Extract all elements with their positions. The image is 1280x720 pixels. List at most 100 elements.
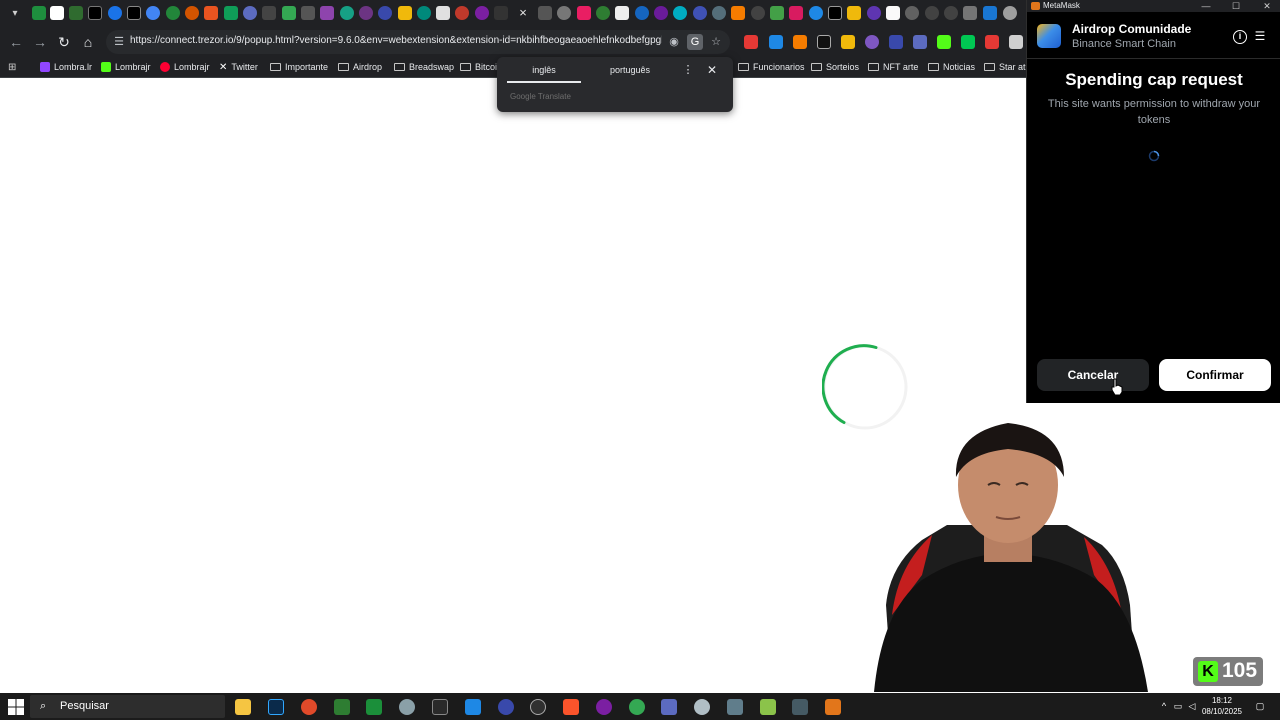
bookmark-folder[interactable]: Sorteios bbox=[811, 60, 859, 74]
extension-icon[interactable] bbox=[1009, 35, 1023, 49]
tab-favicon[interactable] bbox=[494, 6, 508, 20]
extension-icon[interactable] bbox=[841, 35, 855, 49]
more-options-icon[interactable]: ⋮ bbox=[681, 63, 695, 77]
confirm-button[interactable]: Confirmar bbox=[1159, 359, 1271, 391]
extension-icon[interactable] bbox=[769, 35, 783, 49]
taskbar-search-box[interactable]: ⌕ Pesquisar bbox=[30, 695, 225, 718]
taskbar-app-icon[interactable] bbox=[301, 699, 317, 715]
forward-arrow-icon[interactable]: → bbox=[30, 32, 50, 52]
translate-icon[interactable]: G bbox=[687, 34, 703, 50]
tab-favicon[interactable] bbox=[886, 6, 900, 20]
tab-favicon[interactable] bbox=[789, 6, 803, 20]
home-icon[interactable]: ⌂ bbox=[78, 32, 98, 52]
cancel-button[interactable]: Cancelar bbox=[1037, 359, 1149, 391]
tab-favicon[interactable] bbox=[596, 6, 610, 20]
tab-favicon[interactable] bbox=[751, 6, 765, 20]
tab-favicon[interactable] bbox=[963, 6, 977, 20]
bookmark-folder[interactable]: NFT arte bbox=[868, 60, 918, 74]
tab-favicon[interactable] bbox=[436, 6, 450, 20]
tab-favicon[interactable] bbox=[108, 6, 122, 20]
notification-icon[interactable]: ▢ bbox=[1254, 700, 1266, 712]
close-icon[interactable]: ✕ bbox=[705, 62, 719, 78]
file-explorer-icon[interactable] bbox=[235, 699, 251, 715]
bookmark-item[interactable]: Lombrajr bbox=[160, 60, 210, 74]
tab-favicon[interactable] bbox=[243, 6, 257, 20]
tab-favicon[interactable] bbox=[69, 6, 83, 20]
tab-favicon[interactable] bbox=[262, 6, 276, 20]
tab-favicon[interactable] bbox=[475, 6, 489, 20]
tab-favicon[interactable] bbox=[301, 6, 315, 20]
tab-favicon[interactable] bbox=[417, 6, 431, 20]
eye-icon[interactable]: ◉ bbox=[666, 34, 682, 50]
minimize-icon[interactable]: — bbox=[1199, 0, 1213, 12]
tab-favicon[interactable] bbox=[340, 6, 354, 20]
windows-start-icon[interactable] bbox=[8, 699, 24, 715]
tab-favicon[interactable] bbox=[185, 6, 199, 20]
bookmark-item[interactable]: Lombra.lr bbox=[40, 60, 92, 74]
tab-favicon[interactable] bbox=[378, 6, 392, 20]
extension-icon[interactable] bbox=[985, 35, 999, 49]
url-text[interactable]: https://connect.trezor.io/9/popup.html?v… bbox=[130, 35, 662, 46]
tab-favicon[interactable] bbox=[731, 6, 745, 20]
taskbar-app-icon[interactable] bbox=[465, 699, 481, 715]
taskbar-app-icon[interactable] bbox=[661, 699, 677, 715]
tab-favicon[interactable] bbox=[712, 6, 726, 20]
tab-search-chevron-icon[interactable]: ▾ bbox=[6, 5, 24, 23]
tab-favicon[interactable] bbox=[359, 6, 373, 20]
taskbar-app-icon[interactable] bbox=[694, 699, 710, 715]
volume-icon[interactable]: ◁ bbox=[1186, 700, 1198, 712]
extension-icon[interactable] bbox=[937, 35, 951, 49]
tab-favicon[interactable] bbox=[398, 6, 412, 20]
extension-icon[interactable] bbox=[817, 35, 831, 49]
extension-icon[interactable] bbox=[744, 35, 758, 49]
tab-favicon[interactable] bbox=[615, 6, 629, 20]
tab-favicon[interactable] bbox=[847, 6, 861, 20]
bookmark-folder[interactable]: Importante bbox=[270, 60, 328, 74]
tab-favicon[interactable] bbox=[673, 6, 687, 20]
settings-sliders-icon[interactable]: ☰ bbox=[1253, 29, 1267, 43]
taskbar-app-icon[interactable] bbox=[596, 699, 612, 715]
epic-games-icon[interactable] bbox=[432, 699, 448, 715]
taskbar-app-icon[interactable] bbox=[334, 699, 350, 715]
bookmark-star-icon[interactable]: ☆ bbox=[708, 34, 724, 50]
bookmark-folder[interactable]: Airdrop bbox=[338, 60, 382, 74]
tab-favicon[interactable] bbox=[282, 6, 296, 20]
metamask-fox-icon[interactable] bbox=[825, 699, 841, 715]
tab-favicon[interactable] bbox=[557, 6, 571, 20]
bookmark-folder[interactable]: Funcionarios bbox=[738, 60, 805, 74]
tab-favicon[interactable] bbox=[693, 6, 707, 20]
chrome-icon[interactable] bbox=[629, 699, 645, 715]
apps-grid-icon[interactable]: ⊞ bbox=[8, 60, 16, 74]
bookmark-folder[interactable]: Bitcoi bbox=[460, 60, 497, 74]
tab-favicon[interactable] bbox=[166, 6, 180, 20]
tray-chevron-icon[interactable]: ^ bbox=[1158, 700, 1170, 712]
tab-favicon[interactable] bbox=[50, 6, 64, 20]
info-icon[interactable]: i bbox=[1233, 30, 1247, 44]
bookmark-folder[interactable]: Noticias bbox=[928, 60, 975, 74]
tab-close-icon[interactable]: × bbox=[515, 3, 531, 23]
tab-favicon[interactable] bbox=[32, 6, 46, 20]
tab-favicon[interactable] bbox=[867, 6, 881, 20]
tab-favicon[interactable] bbox=[983, 6, 997, 20]
extension-icon[interactable] bbox=[913, 35, 927, 49]
maximize-icon[interactable]: ☐ bbox=[1229, 0, 1243, 12]
tab-favicon[interactable] bbox=[455, 6, 469, 20]
tab-favicon[interactable] bbox=[925, 6, 939, 20]
photoshop-icon[interactable] bbox=[268, 699, 284, 715]
extension-icon[interactable] bbox=[793, 35, 807, 49]
tab-favicon[interactable] bbox=[127, 6, 141, 20]
tab-favicon[interactable] bbox=[146, 6, 160, 20]
tab-favicon[interactable] bbox=[770, 6, 784, 20]
calculator-icon[interactable] bbox=[727, 699, 743, 715]
address-bar[interactable]: ☰ https://connect.trezor.io/9/popup.html… bbox=[106, 30, 730, 54]
tab-favicon[interactable] bbox=[809, 6, 823, 20]
tab-favicon[interactable] bbox=[1003, 6, 1017, 20]
taskbar-app-icon[interactable] bbox=[760, 699, 776, 715]
extension-icon[interactable] bbox=[889, 35, 903, 49]
extension-icon[interactable] bbox=[865, 35, 879, 49]
taskbar-app-icon[interactable] bbox=[530, 699, 546, 715]
site-info-icon[interactable]: ☰ bbox=[112, 35, 126, 49]
brave-browser-icon[interactable] bbox=[563, 699, 579, 715]
bookmark-folder[interactable]: Breadswap bbox=[394, 60, 454, 74]
tab-favicon[interactable] bbox=[224, 6, 238, 20]
